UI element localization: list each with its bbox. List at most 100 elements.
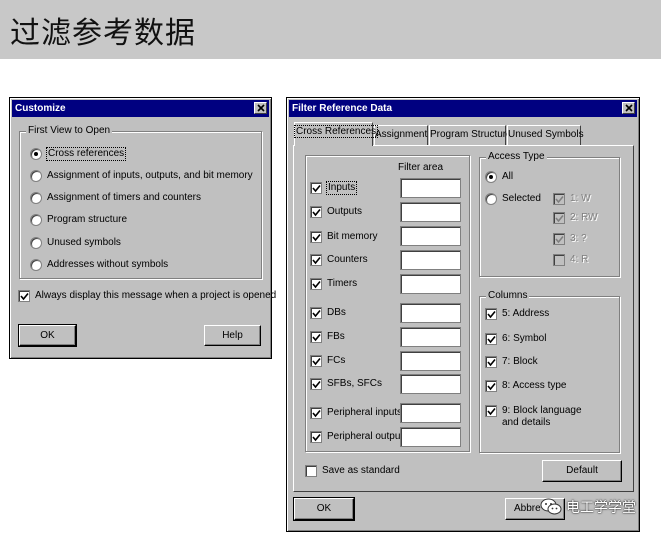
checkbox-outputs[interactable]: Outputs [310,206,362,218]
checkbox-column-address[interactable]: 5: Address [485,308,549,320]
checkbox-access-r[interactable]: 4: R [553,254,588,266]
checkbox[interactable] [485,356,497,368]
checkbox-peripheral-inputs[interactable]: Peripheral inputs [310,407,402,419]
checkbox-label: Counters [327,254,368,265]
filter-ok-button[interactable]: OK [293,497,355,521]
fbs-filter-field[interactable] [400,327,461,347]
fcs-filter-field[interactable] [400,351,461,371]
checkbox[interactable] [310,355,322,367]
sfbs-sfcs-filter-field[interactable] [400,374,461,394]
checkbox[interactable] [310,331,322,343]
radio-label: Cross references [45,147,127,161]
radio-addresses-without-symbols[interactable]: Addresses without symbols [30,259,168,271]
check-icon [312,333,321,342]
radio-label: All [502,171,514,182]
radio-button[interactable] [30,192,42,204]
save-as-standard-checkbox[interactable]: Save as standard [305,465,400,477]
checkbox-access-unknown[interactable]: 3: ? [553,233,587,245]
access-type-label: Access Type [486,151,547,163]
peripheral-outputs-filter-field[interactable] [400,427,461,447]
checkbox[interactable] [485,405,497,417]
radio-program-structure[interactable]: Program structure [30,214,127,226]
checkbox[interactable] [310,254,322,266]
peripheral-inputs-filter-field[interactable] [400,403,461,423]
filter-close-button[interactable] [622,102,635,114]
checkbox-label: Peripheral inputs [327,407,403,418]
checkbox[interactable] [310,182,322,194]
checkbox-peripheral-outputs[interactable]: Peripheral outputs [310,431,408,443]
checkbox[interactable] [310,231,322,243]
radio-button[interactable] [30,214,42,226]
tab-program-structure[interactable]: Program Structure [429,125,512,145]
check-icon [487,310,496,319]
tab-cross-references[interactable]: Cross References [293,122,379,146]
default-button[interactable]: Default [542,460,622,482]
tab-label: Unused Symbols [508,129,584,140]
checkbox[interactable] [485,308,497,320]
checkbox-column-block[interactable]: 7: Block [485,356,538,368]
checkbox[interactable] [485,333,497,345]
tab-label: Program Structure [430,129,512,140]
checkbox-bit-memory[interactable]: Bit memory [310,231,378,243]
checkbox[interactable] [310,378,322,390]
checkbox-inputs[interactable]: Inputs [310,181,358,195]
customize-close-button[interactable] [254,102,267,114]
radio-button[interactable] [30,170,42,182]
checkbox[interactable] [310,407,322,419]
check-icon [487,382,496,391]
checkbox-fbs[interactable]: FBs [310,331,345,343]
outputs-filter-field[interactable] [400,202,461,222]
bit-memory-filter-field[interactable] [400,226,461,246]
checkbox-fcs[interactable]: FCs [310,355,345,367]
tab-assignment[interactable]: Assignment [374,125,428,145]
checkbox-label: 3: ? [570,233,587,244]
customize-help-button[interactable]: Help [204,325,261,346]
checkbox[interactable] [310,431,322,443]
checkbox-access-rw[interactable]: 2: RW [553,212,598,224]
radio-assignment-io[interactable]: Assignment of inputs, outputs, and bit m… [30,170,253,182]
checkbox[interactable] [553,254,565,266]
checkbox[interactable] [553,212,565,224]
radio-label: Assignment of timers and counters [47,192,201,203]
checkbox-column-access-type[interactable]: 8: Access type [485,380,566,392]
checkbox[interactable] [553,233,565,245]
checkbox-access-w[interactable]: 1: W [553,193,591,205]
tab-unused-symbols[interactable]: Unused Symbols [507,125,584,145]
timers-filter-field[interactable] [400,274,461,294]
checkbox-sfbs-sfcs[interactable]: SFBs, SFCs [310,378,382,390]
columns-label: Columns [486,290,530,302]
checkbox[interactable] [305,465,317,477]
checkbox-counters[interactable]: Counters [310,254,368,266]
radio-cross-references[interactable]: Cross references [30,147,127,161]
check-icon [312,309,321,318]
radio-button[interactable] [30,148,42,160]
checkbox-dbs[interactable]: DBs [310,307,346,319]
checkbox-column-symbol[interactable]: 6: Symbol [485,333,546,345]
radio-button[interactable] [485,193,497,205]
checkbox[interactable] [310,278,322,290]
check-icon [20,292,29,301]
counters-filter-field[interactable] [400,250,461,270]
dbs-filter-field[interactable] [400,303,461,323]
radio-access-all[interactable]: All [485,171,513,183]
checkbox-timers[interactable]: Timers [310,278,357,290]
checkbox-column-block-language[interactable]: 9: Block language and details [485,405,598,429]
radio-button[interactable] [485,171,497,183]
always-display-checkbox[interactable]: Always display this message when a proje… [18,290,276,302]
checkbox[interactable] [310,206,322,218]
check-icon [312,233,321,242]
radio-button[interactable] [30,237,42,249]
checkbox[interactable] [485,380,497,392]
checkbox-label: 6: Symbol [502,333,547,344]
close-icon [625,104,633,112]
checkbox[interactable] [18,290,30,302]
radio-assignment-timers[interactable]: Assignment of timers and counters [30,192,201,204]
checkbox[interactable] [553,193,565,205]
inputs-filter-field[interactable] [400,178,461,198]
checkbox[interactable] [310,307,322,319]
radio-button[interactable] [30,259,42,271]
radio-unused-symbols[interactable]: Unused symbols [30,237,121,249]
radio-label: Program structure [47,214,128,225]
customize-ok-button[interactable]: OK [18,324,77,347]
radio-access-selected[interactable]: Selected [485,193,541,205]
